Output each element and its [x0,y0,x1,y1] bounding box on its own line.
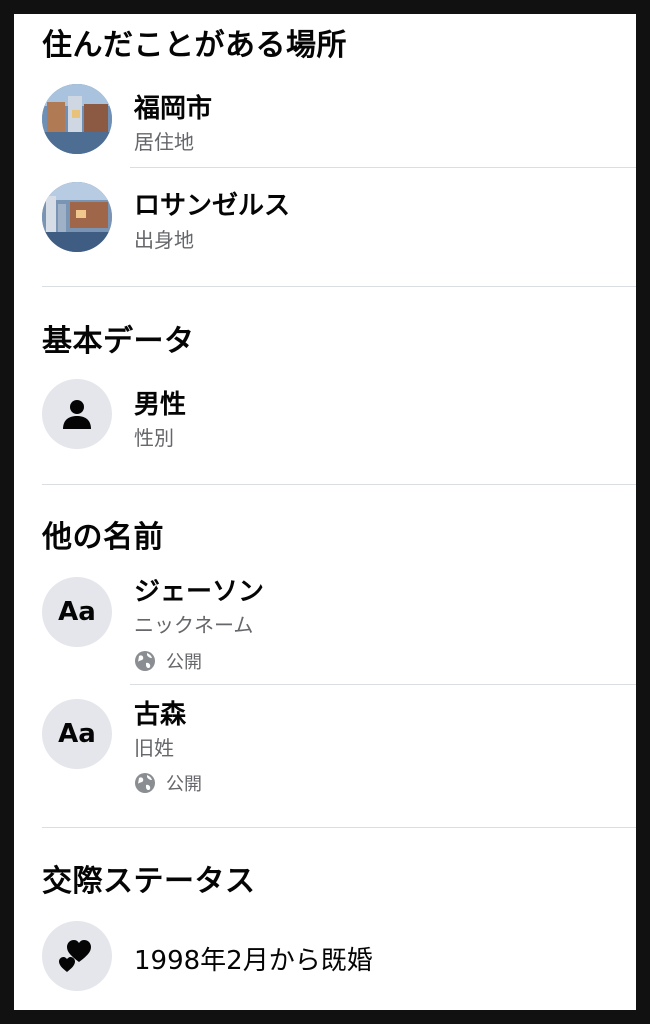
gender-avatar [42,379,112,449]
other-name-1[interactable]: ジェーソン [134,571,264,608]
section-title-places: 住んだことがある場所 [42,28,347,63]
privacy-label-1: 公開 [166,652,202,673]
section-divider [42,827,636,828]
aa-text-icon: Aa [42,577,112,647]
gender-value[interactable]: 男性 [134,384,186,421]
section-title-basic: 基本データ [42,324,195,359]
other-name-2[interactable]: 古森 [134,694,186,731]
other-name-type-1: ニックネーム [134,613,254,637]
globe-icon [135,651,155,671]
los-angeles-photo[interactable] [42,182,112,252]
privacy-label-2: 公開 [166,774,202,795]
relationship-status[interactable]: 1998年2月から既婚 [134,940,373,977]
about-panel: 住んだことがある場所 福岡市 居住地 ロサンゼルス 出身地 基本データ 男性 性… [14,14,636,1010]
place-sub-1: 居住地 [134,130,194,154]
divider [130,684,636,685]
divider [130,167,636,168]
section-divider [42,286,636,287]
aa-text-icon-label: Aa [58,597,96,627]
other-name-type-2: 旧姓 [134,736,174,760]
aa-text-icon-label: Aa [58,719,96,749]
gender-label: 性別 [134,426,174,450]
section-title-relationship: 交際ステータス [42,864,256,899]
section-title-other-names: 他の名前 [42,520,164,555]
privacy-setting-1[interactable]: 公開 [134,648,202,674]
relationship-avatar [42,921,112,991]
hearts-icon [59,940,91,972]
section-divider [42,484,636,485]
person-icon [63,400,91,429]
place-name-2[interactable]: ロサンゼルス [134,185,290,222]
privacy-setting-2[interactable]: 公開 [134,770,202,796]
fukuoka-photo[interactable] [42,84,112,154]
place-name-1[interactable]: 福岡市 [134,88,212,125]
globe-icon [135,773,155,793]
place-sub-2: 出身地 [134,228,194,252]
aa-text-icon: Aa [42,699,112,769]
